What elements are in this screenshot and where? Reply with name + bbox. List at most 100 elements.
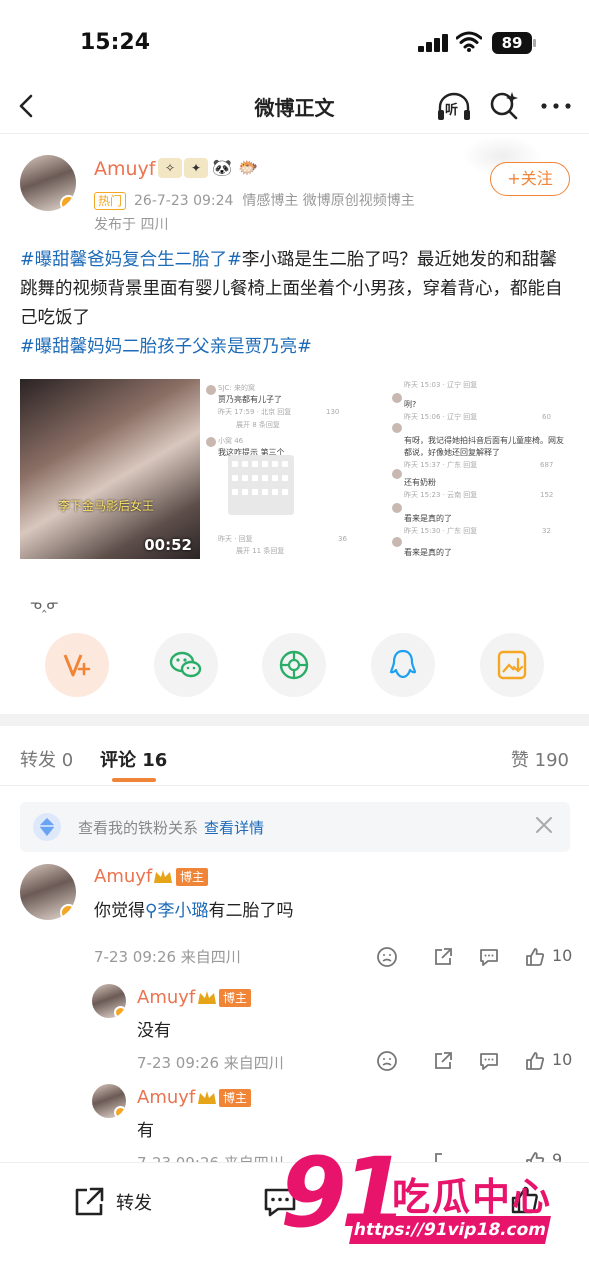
like-count: 10 bbox=[552, 946, 573, 965]
panda-badge-icon: 🐼 bbox=[210, 158, 234, 178]
share-moments-button[interactable] bbox=[262, 633, 326, 697]
share-qq-button[interactable] bbox=[371, 633, 435, 697]
shot-text: 看来是真的了 bbox=[404, 514, 452, 523]
watermark-name: 吃瓜中心 bbox=[392, 1175, 553, 1219]
post-username[interactable]: Amuyf bbox=[94, 158, 155, 180]
wings-badge-icon: ✧ bbox=[158, 158, 182, 178]
avatar[interactable] bbox=[20, 155, 76, 211]
author-role-badge: 博主 bbox=[176, 868, 209, 886]
share-row bbox=[0, 633, 589, 705]
crown-icon bbox=[154, 870, 172, 883]
avatar bbox=[206, 385, 216, 395]
comment-username[interactable]: Amuyf bbox=[137, 1087, 195, 1108]
crown-icon bbox=[198, 1091, 216, 1104]
avatar bbox=[392, 469, 402, 479]
shot-text: 昨天 15:03 · 辽宁 回复 bbox=[404, 381, 478, 389]
share-icon[interactable] bbox=[432, 1050, 454, 1072]
close-icon[interactable] bbox=[532, 813, 556, 837]
keyboard-image bbox=[228, 455, 294, 515]
repost-button[interactable]: 转发 bbox=[72, 1185, 152, 1219]
search-link[interactable]: ⚲李小璐 bbox=[145, 901, 208, 921]
comment-text: 你觉得⚲李小璐有二胎了吗 bbox=[94, 896, 293, 921]
avatar bbox=[392, 393, 402, 403]
shot-text: SJC: 来的窝 bbox=[218, 384, 255, 392]
tab-repost[interactable]: 转发 0 bbox=[20, 746, 73, 772]
image-thumbnail[interactable]: 昨天 15:03 · 辽宁 回复 咧? 昨天 15:06 · 辽宁 回复 有呀，… bbox=[392, 379, 572, 559]
watermark-url: https://91vip18.com bbox=[349, 1216, 551, 1244]
comment-username[interactable]: Amuyf bbox=[137, 987, 195, 1008]
comment-text: 有 bbox=[137, 1121, 154, 1141]
shot-text: 咧? bbox=[404, 400, 417, 409]
avatar bbox=[392, 503, 402, 513]
video-duration: 00:52 bbox=[144, 536, 192, 554]
share-icon[interactable] bbox=[432, 946, 454, 968]
repost-pen-icon bbox=[63, 654, 91, 677]
avatar[interactable] bbox=[20, 864, 76, 920]
image-thumbnail[interactable]: SJC: 来的窝 贾乃亮都有儿子了 昨天 17:59 · 北京 回复 展开 8 … bbox=[206, 379, 386, 559]
save-image-icon bbox=[497, 650, 527, 680]
like-icon[interactable] bbox=[524, 1050, 546, 1072]
share-weibo-button[interactable] bbox=[45, 633, 109, 697]
reply-icon[interactable] bbox=[478, 1050, 500, 1072]
listen-button[interactable]: 听 bbox=[436, 90, 472, 124]
comment-text-prefix: 你觉得 bbox=[94, 901, 145, 921]
author-role-badge: 博主 bbox=[219, 1089, 252, 1107]
post-location: 发布于 四川 bbox=[94, 217, 169, 233]
shot-like-count: 130 bbox=[326, 408, 340, 416]
avatar bbox=[392, 423, 402, 433]
more-icon[interactable] bbox=[538, 90, 574, 122]
hashtag-link[interactable]: #曝甜馨爸妈复合生二胎了# bbox=[20, 250, 242, 270]
avatar[interactable] bbox=[92, 1084, 126, 1118]
shot-text: 有呀，我记得她拍抖音后面有儿童座椅。网友都说，好像她还回复解释了 bbox=[404, 436, 564, 457]
shot-like-count: 32 bbox=[542, 527, 551, 535]
tab-comments[interactable]: 评论 16 bbox=[100, 746, 167, 772]
crown-icon bbox=[198, 991, 216, 1004]
fish-badge-icon: 🐡 bbox=[236, 158, 260, 178]
post-meta: 热门 26-7-23 09:24 情感博主 微博原创视频博主 bbox=[94, 190, 415, 210]
shot-text: 贾乃亮都有儿子了 bbox=[218, 395, 282, 404]
like-icon[interactable] bbox=[524, 946, 546, 968]
status-bar: 15:24 89 bbox=[0, 0, 589, 80]
comment-actions: 10 bbox=[376, 946, 576, 970]
dislike-face-icon[interactable] bbox=[376, 946, 398, 968]
video-thumbnail[interactable]: 李下金马影后女王 00:52 bbox=[20, 379, 200, 559]
post-body: #曝甜馨爸妈复合生二胎了#李小璐是生二胎了吗？最近她发的和甜馨跳舞的视频背景里面… bbox=[20, 246, 572, 362]
avatar bbox=[392, 537, 402, 547]
post-timestamp: 26-7-23 09:24 bbox=[134, 193, 234, 209]
level-badge-icon: ✦ bbox=[184, 158, 208, 178]
comment-text-suffix: 有二胎了吗 bbox=[208, 901, 294, 921]
hashtag-link[interactable]: #曝甜馨妈妈二胎孩子父亲是贾乃亮# bbox=[20, 337, 312, 357]
fans-detail-link[interactable]: 查看详情 bbox=[204, 819, 264, 837]
shot-text: 小窝 46 bbox=[218, 437, 244, 445]
search-icon[interactable] bbox=[488, 90, 520, 122]
share-wechat-button[interactable] bbox=[154, 633, 218, 697]
follow-button[interactable]: +关注 bbox=[490, 162, 570, 196]
shot-like-count: 152 bbox=[540, 491, 554, 499]
shot-like-count: 36 bbox=[338, 535, 347, 543]
watermark-logo: 91 吃瓜中心 https://91vip18.com bbox=[280, 1138, 580, 1258]
moments-icon bbox=[279, 650, 309, 680]
avatar bbox=[206, 437, 216, 447]
save-image-button[interactable] bbox=[480, 633, 544, 697]
comment-item: Amuyf 博主 你觉得⚲李小璐有二胎了吗 7-23 09:26 来自四川 10 bbox=[0, 862, 589, 972]
shot-text: 展开 11 条回复 bbox=[236, 547, 285, 555]
avatar[interactable] bbox=[92, 984, 126, 1018]
repost-icon bbox=[75, 1187, 104, 1216]
repost-label: 转发 bbox=[116, 1193, 152, 1214]
search-icon: ⚲ bbox=[145, 901, 158, 921]
reaction-emoticon[interactable]: ᓀ‸ᓂ bbox=[30, 597, 59, 613]
listen-label: 听 bbox=[445, 103, 459, 118]
signal-icon bbox=[418, 34, 450, 52]
comment-actions: 10 bbox=[376, 1050, 576, 1074]
wifi-icon bbox=[456, 31, 482, 52]
like-count: 10 bbox=[552, 1050, 573, 1069]
comment-username[interactable]: Amuyf bbox=[94, 866, 152, 887]
nav-bar: 微博正文 听 bbox=[0, 80, 589, 134]
reply-icon[interactable] bbox=[478, 946, 500, 968]
video-subtitle: 李下金马影后女王 bbox=[58, 499, 155, 513]
comment-meta: 7-23 09:26 来自四川 bbox=[137, 1054, 284, 1072]
dislike-face-icon[interactable] bbox=[376, 1050, 398, 1072]
tab-likes[interactable]: 赞 190 bbox=[511, 746, 569, 772]
comment-meta: 7-23 09:26 来自四川 bbox=[94, 948, 241, 966]
fans-banner[interactable]: 查看我的铁粉关系 查看详情 bbox=[20, 802, 570, 852]
